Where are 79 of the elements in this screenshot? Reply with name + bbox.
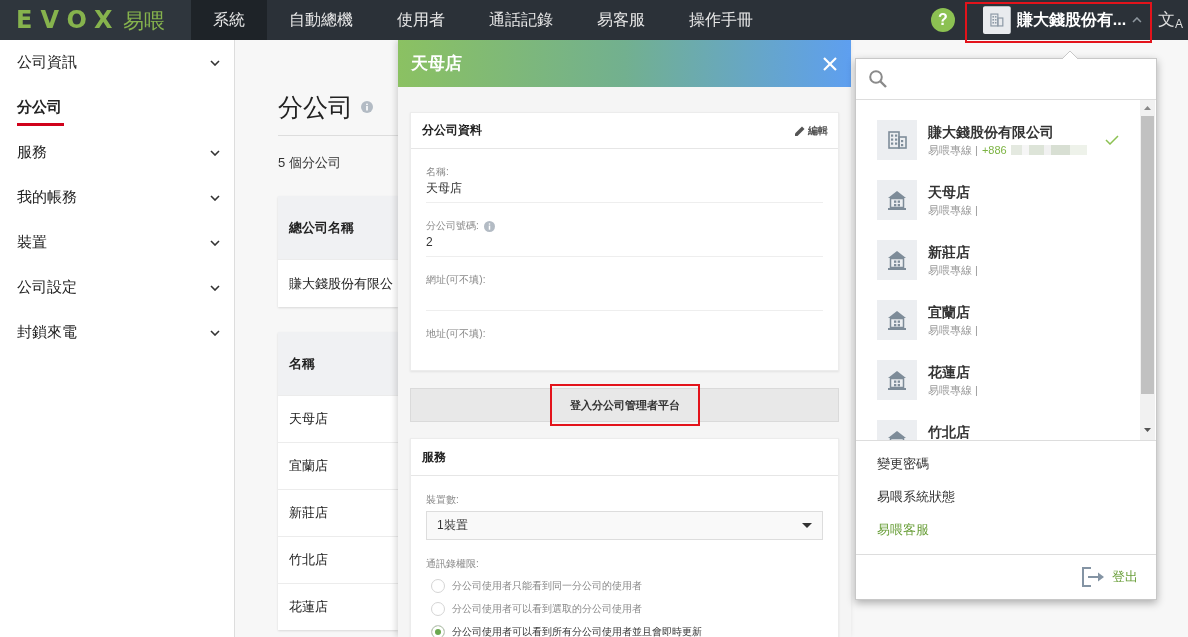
house-icon [877, 300, 917, 340]
service-line: 易喂專線 | [928, 323, 978, 338]
service-line: 易喂專線 | [928, 263, 978, 278]
info-icon [483, 220, 495, 232]
menu-link[interactable]: 變更密碼 [856, 447, 1156, 480]
nav-tab[interactable]: 易客服 [575, 0, 667, 40]
company-name[interactable]: 竹北店 [928, 424, 970, 440]
caret-down-icon [802, 523, 812, 528]
scrollbar-thumb[interactable] [1141, 116, 1154, 394]
sidebar-item[interactable]: 我的帳務 [0, 175, 234, 220]
sidebar-item[interactable]: 分公司 [0, 85, 234, 130]
login-button[interactable]: 登入分公司管理者平台 [410, 388, 839, 422]
office-building-icon [877, 120, 917, 160]
field-label: 分公司號碼: [426, 219, 479, 233]
field-label: 地址(可不填): [426, 327, 486, 341]
sidebar-item[interactable]: 裝置 [0, 220, 234, 265]
nav-tab[interactable]: 通話記錄 [467, 0, 575, 40]
company-name[interactable]: 花蓮店 [928, 364, 978, 380]
chevron-down-icon [210, 59, 220, 66]
check-icon [1105, 135, 1119, 145]
panel-title: 天母店 [411, 53, 462, 75]
field-label: 名稱: [426, 165, 449, 179]
chevron-down-icon [210, 149, 220, 156]
close-icon[interactable] [823, 56, 837, 71]
house-icon [877, 240, 917, 280]
house-icon [877, 180, 917, 220]
service-line: 易喂專線 | [928, 143, 978, 158]
sidebar-item[interactable]: 服務 [0, 130, 234, 175]
chevron-down-icon [210, 284, 220, 291]
company-name[interactable]: 宜蘭店 [928, 304, 978, 320]
sidebar-item[interactable]: 封鎖來電 [0, 310, 234, 355]
chevron-down-icon [210, 329, 220, 336]
nav-tab[interactable]: 系統 [191, 0, 267, 40]
nav-tab[interactable]: 使用者 [375, 0, 467, 40]
nav-tab[interactable]: 操作手冊 [667, 0, 775, 40]
scroll-down-icon[interactable] [1144, 428, 1151, 432]
field-value: 2 [426, 234, 434, 250]
field-label: 通訊錄權限: [426, 557, 480, 571]
radio-label: 分公司使用者可以看到選取的分公司使用者 [452, 601, 642, 616]
language-button[interactable]: 文$_{A}$ [1158, 10, 1183, 30]
menu-link[interactable]: 易喂系統狀態 [856, 480, 1156, 513]
chevron-down-icon [210, 239, 220, 246]
chevron-up-icon [1132, 17, 1142, 23]
sidebar-item[interactable]: 公司設定 [0, 265, 234, 310]
radio-button[interactable] [431, 601, 445, 616]
card-title: 分公司資料 [422, 122, 482, 139]
field-value: 天母店 [426, 180, 463, 196]
field-label: 網址(可不填): [426, 273, 486, 287]
table-header-cell: 名稱 [278, 332, 398, 395]
logo-wordmark: EVOX [16, 8, 121, 32]
page-title: 分公司 [278, 93, 353, 121]
nav-tab[interactable]: 自動總機 [267, 0, 375, 40]
branch-count: 5 個分公司 [278, 155, 342, 171]
building-icon [983, 6, 1011, 34]
radio-button[interactable] [431, 578, 445, 593]
house-icon [877, 360, 917, 400]
field-label: 裝置數: [426, 493, 460, 507]
radio-label: 分公司使用者可以看到所有分公司使用者並且會即時更新 [452, 624, 702, 637]
card-title: 服務 [422, 448, 446, 466]
scroll-up-icon[interactable] [1144, 106, 1151, 110]
edit-button[interactable]: 編輯 [795, 123, 828, 138]
table-header-cell: 總公司名稱 [278, 196, 398, 259]
company-name[interactable]: 天母店 [928, 184, 978, 200]
search-icon [869, 70, 887, 88]
radio-button[interactable] [431, 624, 445, 637]
chevron-down-icon [210, 194, 220, 201]
service-line: 易喂專線 | [928, 383, 978, 398]
device-select[interactable]: 1裝置 [426, 511, 823, 540]
service-line: 易喂專線 | [928, 203, 978, 218]
company-name[interactable]: 新莊店 [928, 244, 978, 260]
logout-icon [1082, 567, 1104, 587]
phone-number: +886 [981, 143, 1007, 158]
company-switcher[interactable]: 賺大錢股份有... [965, 0, 1152, 40]
logo-name: 易喂 [122, 9, 165, 31]
radio-label: 分公司使用者只能看到同一分公司的使用者 [452, 578, 642, 593]
sidebar-item[interactable]: 公司資訊 [0, 40, 234, 85]
company-name[interactable]: 賺大錢股份有限公司 [928, 124, 1087, 140]
info-icon [361, 101, 373, 113]
pencil-icon [795, 125, 805, 136]
